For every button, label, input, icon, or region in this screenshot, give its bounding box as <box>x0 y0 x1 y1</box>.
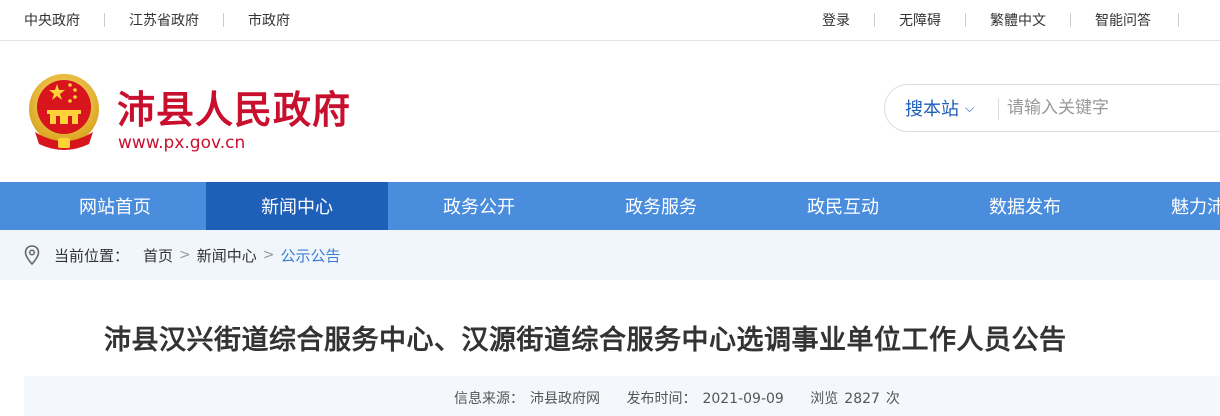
nav-home[interactable]: 网站首页 <box>24 182 206 230</box>
search-input[interactable] <box>1007 93 1207 123</box>
nav-charm[interactable]: 魅力沛 <box>1116 182 1220 230</box>
views-label: 浏览 <box>810 391 839 407</box>
top-left-links: 中央政府 江苏省政府 市政府 <box>24 0 290 40</box>
nav-data-release[interactable]: 数据发布 <box>934 182 1116 230</box>
article-meta-bar: 信息来源： 沛县政府网 发布时间： 2021-09-09 浏览 2827 次 <box>24 376 1220 416</box>
site-header: 沛县人民政府 www.px.gov.cn 搜本站 ⌵ <box>0 41 1220 182</box>
breadcrumb-news-center[interactable]: 新闻中心 <box>197 245 257 266</box>
source-label: 信息来源： <box>454 391 524 407</box>
article-title: 沛县汉兴街道综合服务中心、汉源街道综合服务中心选调事业单位工作人员公告 <box>104 325 1067 356</box>
date-value: 2021-09-09 <box>702 391 784 407</box>
top-bar: 中央政府 江苏省政府 市政府 登录 无障碍 繁體中文 智能问答 <box>0 0 1220 41</box>
breadcrumb: 当前位置： 首页 > 新闻中心 > 公示公告 <box>24 230 341 280</box>
location-pin-icon <box>24 245 40 265</box>
source-value: 沛县政府网 <box>530 391 600 407</box>
search-box: 搜本站 ⌵ <box>884 84 1220 132</box>
national-emblem-icon[interactable] <box>27 72 101 152</box>
accessibility-link[interactable]: 无障碍 <box>899 10 941 30</box>
login-link[interactable]: 登录 <box>822 10 850 30</box>
nav-gov-affairs-open[interactable]: 政务公开 <box>388 182 570 230</box>
smart-qa-link[interactable]: 智能问答 <box>1095 10 1151 30</box>
search-scope-label: 搜本站 <box>905 99 959 120</box>
nav-news-center[interactable]: 新闻中心 <box>206 182 388 230</box>
article-meta: 信息来源： 沛县政府网 发布时间： 2021-09-09 浏览 2827 次 <box>454 388 906 408</box>
breadcrumb-separator: > <box>262 247 275 263</box>
breadcrumb-announcements[interactable]: 公示公告 <box>281 245 341 266</box>
main-nav: 网站首页 新闻中心 政务公开 政务服务 政民互动 数据发布 魅力沛 <box>0 182 1220 230</box>
breadcrumb-bar: 当前位置： 首页 > 新闻中心 > 公示公告 <box>0 230 1220 280</box>
site-title[interactable]: 沛县人民政府 <box>117 79 351 134</box>
breadcrumb-home[interactable]: 首页 <box>143 245 173 266</box>
traditional-chinese-link[interactable]: 繁體中文 <box>990 10 1046 30</box>
divider <box>1070 13 1071 27</box>
divider <box>965 13 966 27</box>
date-label: 发布时间： <box>626 391 697 407</box>
breadcrumb-separator: > <box>179 247 191 263</box>
top-right-links: 登录 无障碍 繁體中文 智能问答 <box>822 0 1151 40</box>
divider <box>1178 13 1179 27</box>
link-city-gov[interactable]: 市政府 <box>248 10 290 30</box>
search-divider <box>998 98 999 120</box>
divider <box>223 13 224 27</box>
link-central-gov[interactable]: 中央政府 <box>24 10 80 30</box>
link-province-gov[interactable]: 江苏省政府 <box>129 10 199 30</box>
views-unit: 次 <box>885 391 900 407</box>
breadcrumb-label: 当前位置： <box>54 246 130 265</box>
chevron-down-icon: ⌵ <box>965 100 975 115</box>
views-count: 2827 <box>844 391 880 407</box>
nav-interaction[interactable]: 政民互动 <box>752 182 934 230</box>
nav-gov-services[interactable]: 政务服务 <box>570 182 752 230</box>
site-url: www.px.gov.cn <box>118 133 246 153</box>
divider <box>104 13 105 27</box>
search-scope-dropdown[interactable]: 搜本站 ⌵ <box>905 85 974 131</box>
divider <box>874 13 875 27</box>
